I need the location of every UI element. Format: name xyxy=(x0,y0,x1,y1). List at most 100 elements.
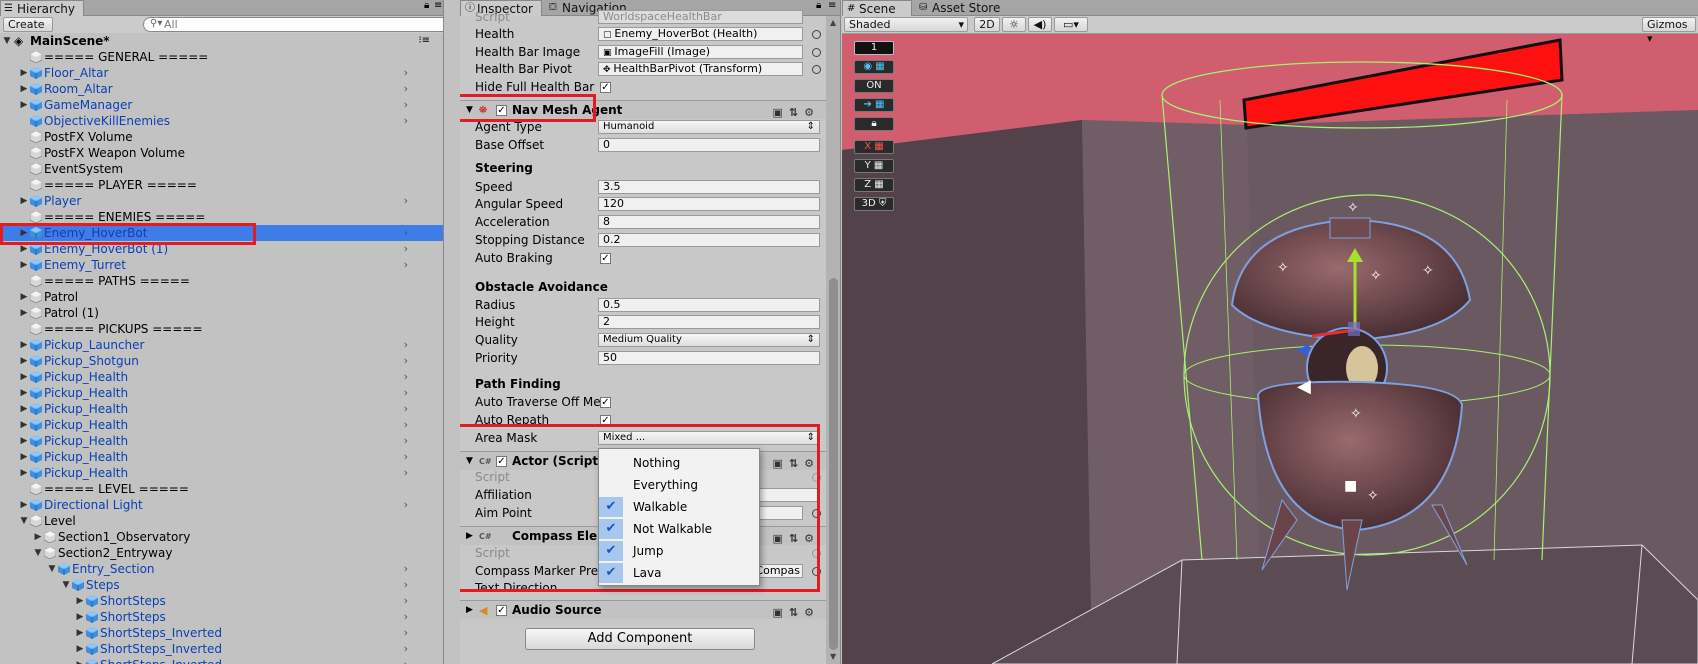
add-component-button[interactable]: Add Component xyxy=(525,628,755,650)
tab-hierarchy[interactable]: ☰ Hierarchy xyxy=(0,0,84,16)
expand-arrow-icon[interactable]: ▶ xyxy=(19,353,29,369)
hierarchy-item[interactable]: ===== LEVEL ===== xyxy=(0,481,443,497)
scroll-up-icon[interactable]: ▲ xyxy=(830,18,836,27)
quality-dropdown[interactable]: Medium Quality ⇕ xyxy=(598,333,820,347)
on-toggle[interactable]: ON xyxy=(854,79,894,93)
prefab-open-chevron-icon[interactable]: › xyxy=(404,369,408,385)
hierarchy-item[interactable]: EventSystem xyxy=(0,161,443,177)
collapse-arrow-icon[interactable]: ▶ xyxy=(466,601,473,620)
radius-input[interactable]: 0.5 xyxy=(598,298,820,312)
object-picker-icon[interactable] xyxy=(812,30,821,39)
hierarchy-item[interactable]: ▶ Pickup_Shotgun › xyxy=(0,353,443,369)
hierarchy-item[interactable]: ▶ Pickup_Health › xyxy=(0,369,443,385)
hierarchy-item[interactable]: ===== PICKUPS ===== xyxy=(0,321,443,337)
hierarchy-item[interactable]: ▶ Section1_Observatory xyxy=(0,529,443,545)
angular-speed-input[interactable]: 120 xyxy=(598,197,820,211)
auto-braking-checkbox[interactable]: ✓ xyxy=(600,253,611,264)
menu-icon[interactable]: ≡ xyxy=(434,0,442,11)
3d-view-toggle[interactable]: 3D ⛨ xyxy=(854,197,894,211)
area-mask-option[interactable]: ✔ Lava xyxy=(599,562,759,584)
expand-arrow-icon[interactable]: ▶ xyxy=(19,289,29,305)
area-mask-option[interactable]: ✔ Jump xyxy=(599,540,759,562)
expand-arrow-icon[interactable]: ▶ xyxy=(75,625,85,641)
prefab-open-chevron-icon[interactable]: › xyxy=(404,657,408,664)
expand-arrow-icon[interactable]: ▼ xyxy=(2,33,12,49)
scene-view[interactable]: ✧ ✧ ✧ ✧ ✧ ✧ ◀ ■ # Scene ⛁ Asset Store Sh… xyxy=(842,0,1698,664)
prefab-open-chevron-icon[interactable]: › xyxy=(404,337,408,353)
hierarchy-item[interactable]: ▶ Pickup_Launcher › xyxy=(0,337,443,353)
search-input[interactable]: ⚲▾ All xyxy=(143,17,443,32)
expand-arrow-icon[interactable]: ▶ xyxy=(19,81,29,97)
hierarchy-item[interactable]: ▶ ShortSteps › xyxy=(0,593,443,609)
expand-arrow-icon[interactable]: ▶ xyxy=(75,657,85,664)
hierarchy-item[interactable]: PostFX Volume xyxy=(0,129,443,145)
hierarchy-item[interactable]: ▼ Level xyxy=(0,513,443,529)
create-button[interactable]: Create ▾ xyxy=(3,17,53,45)
settings-gear-icon[interactable]: ⚙ xyxy=(804,606,820,619)
prefab-open-chevron-icon[interactable]: › xyxy=(404,417,408,433)
hierarchy-item[interactable]: ▶ ShortSteps_Inverted › xyxy=(0,625,443,641)
height-input[interactable]: 2 xyxy=(598,315,820,329)
expand-arrow-icon[interactable]: ▶ xyxy=(19,465,29,481)
expand-arrow-icon[interactable]: ▶ xyxy=(19,497,29,513)
health-bar-image-field[interactable]: ▣ ImageFill (Image) xyxy=(598,45,803,59)
scene-row[interactable]: ▼ ◈ MainScene* ⁝≡ xyxy=(0,33,443,49)
help-icon[interactable]: ▣ xyxy=(773,606,789,619)
lighting-toggle-icon[interactable]: ☼ xyxy=(1002,17,1026,32)
tab-asset-store[interactable]: ⛁ Asset Store xyxy=(916,0,1008,16)
agent-type-dropdown[interactable]: Humanoid ⇕ xyxy=(598,120,820,134)
prefab-open-chevron-icon[interactable]: › xyxy=(404,193,408,209)
expand-arrow-icon[interactable]: ▶ xyxy=(19,417,29,433)
prefab-open-chevron-icon[interactable]: › xyxy=(404,97,408,113)
prefab-open-chevron-icon[interactable]: › xyxy=(404,561,408,577)
gizmos-dropdown[interactable]: Gizmos ▾ xyxy=(1642,17,1696,45)
hierarchy-item[interactable]: ▶ Pickup_Health › xyxy=(0,401,443,417)
audio-toggle-icon[interactable]: ◀) xyxy=(1028,17,1052,32)
prefab-open-chevron-icon[interactable]: › xyxy=(404,497,408,513)
hierarchy-item[interactable]: ▶ Pickup_Health › xyxy=(0,433,443,449)
hierarchy-item[interactable]: ▶ Pickup_Health › xyxy=(0,385,443,401)
area-mask-option[interactable]: ✔ Walkable xyxy=(599,496,759,518)
base-offset-input[interactable]: 0 xyxy=(598,138,820,152)
settings-gear-icon[interactable]: ⚙ xyxy=(804,106,820,119)
2d-toggle-button[interactable]: 2D xyxy=(974,17,1000,32)
prefab-open-chevron-icon[interactable]: › xyxy=(404,641,408,657)
hierarchy-item[interactable]: ▶ GameManager › xyxy=(0,97,443,113)
hierarchy-item[interactable]: ▼ Entry_Section › xyxy=(0,561,443,577)
expand-arrow-icon[interactable]: ▶ xyxy=(19,401,29,417)
collapse-arrow-icon[interactable]: ▼ xyxy=(19,513,29,529)
object-picker-icon[interactable] xyxy=(812,48,821,57)
expand-arrow-icon[interactable]: ▶ xyxy=(19,305,29,321)
prefab-open-chevron-icon[interactable]: › xyxy=(404,225,408,241)
prefab-open-chevron-icon[interactable]: › xyxy=(404,241,408,257)
tab-scene[interactable]: # Scene xyxy=(842,0,912,16)
expand-arrow-icon[interactable]: ▶ xyxy=(19,433,29,449)
menu-icon[interactable]: ≡ xyxy=(828,0,836,11)
expand-arrow-icon[interactable]: ▶ xyxy=(19,385,29,401)
health-bar-pivot-field[interactable]: ✥ HealthBarPivot (Transform) xyxy=(598,62,803,76)
expand-arrow-icon[interactable]: ▶ xyxy=(19,257,29,273)
speed-input[interactable]: 3.5 xyxy=(598,180,820,194)
expand-arrow-icon[interactable]: ▶ xyxy=(19,337,29,353)
hierarchy-item[interactable]: ▶ Floor_Altar › xyxy=(0,65,443,81)
expand-arrow-icon[interactable]: ▶ xyxy=(19,193,29,209)
y-axis-toggle[interactable]: Y ▦ xyxy=(854,159,894,173)
hierarchy-item[interactable]: ▶ ShortSteps_Inverted › xyxy=(0,657,443,664)
hide-full-health-bar-checkbox[interactable]: ✓ xyxy=(600,82,611,93)
layer-number-badge[interactable]: 1 xyxy=(854,41,894,55)
hierarchy-item[interactable]: ===== PATHS ===== xyxy=(0,273,443,289)
prefab-open-chevron-icon[interactable]: › xyxy=(404,625,408,641)
hierarchy-item[interactable]: PostFX Weapon Volume xyxy=(0,145,443,161)
expand-arrow-icon[interactable]: ▶ xyxy=(75,593,85,609)
hierarchy-item[interactable]: ▶ Patrol xyxy=(0,289,443,305)
preset-icon[interactable]: ⇅ xyxy=(789,606,804,619)
z-axis-toggle[interactable]: Z ▦ xyxy=(854,178,894,192)
audio-source-header[interactable]: ▶ ◀ ✓ Audio Source ▣⇅⚙ xyxy=(460,600,826,619)
hierarchy-item[interactable]: ▶ Pickup_Health › xyxy=(0,449,443,465)
visibility-eye-icon[interactable]: ◉ ▦ xyxy=(854,60,894,74)
expand-arrow-icon[interactable]: ▶ xyxy=(75,641,85,657)
prefab-open-chevron-icon[interactable]: › xyxy=(404,385,408,401)
hierarchy-item[interactable]: ▶ ShortSteps › xyxy=(0,609,443,625)
expand-arrow-icon[interactable]: ▶ xyxy=(19,97,29,113)
prefab-open-chevron-icon[interactable]: › xyxy=(404,113,408,129)
